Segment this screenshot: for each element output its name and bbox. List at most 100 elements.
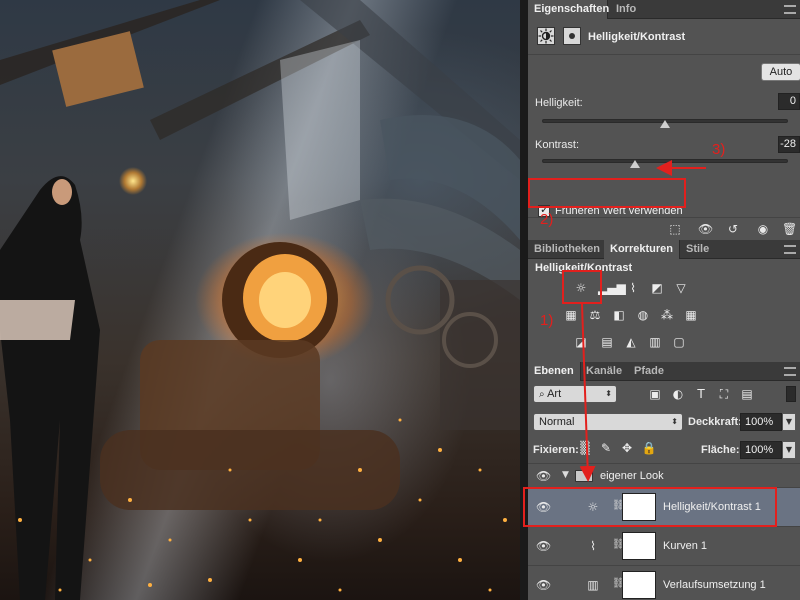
mask-icon[interactable] — [563, 27, 581, 45]
fill-dropdown-icon[interactable]: ▼ — [782, 441, 796, 459]
layer-mask-thumbnail[interactable] — [622, 532, 656, 560]
kontrast-slider-thumb[interactable] — [630, 160, 641, 168]
eye-icon[interactable]: 👁 — [536, 500, 551, 514]
properties-header: Helligkeit/Kontrast — [528, 19, 800, 55]
helligkeit-slider-thumb[interactable] — [660, 120, 670, 128]
chevron-updown-icon: ⬍ — [605, 389, 612, 398]
view-previous-state-icon[interactable]: 👁 — [698, 222, 713, 236]
folder-icon — [575, 470, 593, 482]
image-canvas[interactable] — [0, 0, 520, 600]
adjustment-title: Helligkeit/Kontrast — [588, 31, 686, 43]
selective-color-icon[interactable]: ▢ — [670, 334, 688, 350]
eye-icon[interactable]: 👁 — [536, 578, 551, 592]
layer-row[interactable]: 👁 ☼ ⛓ Helligkeit/Kontrast 1 — [528, 487, 800, 526]
search-icon: ⌕ — [539, 389, 545, 400]
layer-name: Verlaufsumsetzung 1 — [663, 579, 766, 591]
tab-pfade[interactable]: Pfade — [628, 362, 670, 381]
panel-menu-icon[interactable] — [784, 367, 796, 376]
adjustments-panel: Helligkeit/Kontrast ☼ ▂▄▆ ⌇ ◩ ▽ ▦ ⚖ ◧ ◍ … — [528, 259, 800, 362]
type-filter-icon[interactable]: T — [693, 387, 709, 401]
smart-object-filter-icon[interactable]: ▤ — [739, 387, 755, 401]
panel-menu-icon[interactable] — [784, 5, 796, 14]
gradient-map-icon[interactable]: ▥ — [646, 334, 664, 350]
tab-kanaele[interactable]: Kanäle — [580, 362, 628, 381]
reset-icon[interactable]: ↺ — [726, 222, 740, 236]
layer-group-row[interactable]: 👁 ▼ eigener Look — [528, 463, 800, 487]
blend-mode-value: Normal — [539, 416, 575, 428]
panel-dock: Eigenschaften Info Helligkeit/Kontrast A… — [528, 0, 800, 600]
tab-eigenschaften[interactable]: Eigenschaften — [528, 0, 609, 19]
tab-info[interactable]: Info — [610, 0, 642, 19]
adjustment-filter-icon[interactable]: ◐ — [670, 387, 686, 401]
lock-transparent-icon[interactable]: ▒ — [577, 441, 593, 455]
brightness-contrast-icon: ☼ — [587, 500, 599, 514]
layer-row[interactable]: 👁 ▥ ⛓ Verlaufsumsetzung 1 — [528, 565, 800, 600]
kontrast-value-field[interactable]: -28 — [778, 136, 800, 153]
lock-all-icon[interactable]: 🔒 — [641, 441, 657, 455]
threshold-icon[interactable]: ◭ — [622, 334, 640, 350]
tab-bibliotheken[interactable]: Bibliotheken — [528, 240, 606, 259]
trash-icon[interactable]: 🗑 — [782, 222, 797, 236]
link-icon[interactable]: ⛓ — [612, 578, 625, 592]
tab-ebenen[interactable]: Ebenen — [528, 362, 581, 381]
lock-position-icon[interactable]: ✥ — [619, 441, 635, 455]
eye-icon[interactable]: 👁 — [536, 469, 551, 483]
exposure-icon[interactable]: ◩ — [648, 280, 666, 296]
fill-label: Fläche: — [701, 444, 740, 456]
tab-stile[interactable]: Stile — [680, 240, 715, 259]
visibility-icon[interactable]: ◉ — [756, 222, 770, 236]
opacity-dropdown-icon[interactable]: ▼ — [782, 413, 796, 431]
lock-image-icon[interactable]: ✎ — [598, 441, 614, 455]
link-icon[interactable]: ⛓ — [612, 539, 625, 553]
group-disclosure-icon[interactable]: ▼ — [562, 470, 569, 480]
adjustments-tabbar: Bibliotheken Korrekturen Stile — [528, 240, 800, 259]
layers-tabbar: Ebenen Kanäle Pfade — [528, 362, 800, 381]
properties-panel: Helligkeit/Kontrast Auto Helligkeit: 0 K… — [528, 19, 800, 240]
lock-label: Fixieren: — [533, 444, 579, 456]
chevron-updown-icon: ⬍ — [671, 417, 678, 426]
levels-icon[interactable]: ▂▄▆ — [598, 280, 626, 296]
pixel-filter-icon[interactable]: ▣ — [647, 387, 663, 401]
panel-divider — [520, 0, 528, 600]
opacity-label: Deckkraft: — [688, 416, 742, 428]
photo-filter-icon[interactable]: ◍ — [634, 307, 652, 323]
invert-icon[interactable]: ◪ — [572, 334, 590, 350]
hue-saturation-icon[interactable]: ▦ — [562, 307, 580, 323]
kontrast-slider-track[interactable] — [542, 159, 788, 163]
annotation-step-3: 3) — [712, 141, 726, 158]
black-white-icon[interactable]: ◧ — [610, 307, 628, 323]
helligkeit-label: Helligkeit: — [535, 97, 583, 109]
color-balance-icon[interactable]: ⚖ — [586, 307, 604, 323]
layer-filter-value: Art — [547, 388, 562, 400]
layer-mask-thumbnail[interactable] — [622, 571, 656, 599]
layer-row[interactable]: 👁 ⌇ ⛓ Kurven 1 — [528, 526, 800, 565]
brightness-contrast-icon[interactable] — [537, 27, 555, 45]
clip-to-layer-icon[interactable]: ⬚ — [668, 222, 682, 236]
layer-filter-select[interactable]: ⌕ Art ⬍ — [533, 385, 617, 403]
opacity-field[interactable]: 100% — [740, 413, 782, 431]
layer-name: Helligkeit/Kontrast 1 — [663, 501, 761, 513]
tab-korrekturen[interactable]: Korrekturen — [604, 240, 680, 259]
annotation-step-1: 1) — [540, 312, 554, 329]
fill-field[interactable]: 100% — [740, 441, 782, 459]
channel-mixer-icon[interactable]: ⁂ — [658, 307, 676, 323]
annotation-step-2: 2) — [540, 211, 554, 228]
color-lookup-icon[interactable]: ▦ — [682, 307, 700, 323]
photoshop-window: Eigenschaften Info Helligkeit/Kontrast A… — [0, 0, 800, 600]
auto-button[interactable]: Auto — [761, 63, 800, 81]
posterize-icon[interactable]: ▤ — [598, 334, 616, 350]
canvas-artwork — [0, 0, 520, 600]
helligkeit-value-field[interactable]: 0 — [778, 93, 800, 110]
layer-mask-thumbnail[interactable] — [622, 493, 656, 521]
brightness-contrast-icon[interactable]: ☼ — [572, 280, 590, 296]
link-icon[interactable]: ⛓ — [612, 500, 625, 514]
curves-icon[interactable]: ⌇ — [624, 280, 642, 296]
shape-filter-icon[interactable]: ⛶ — [716, 387, 732, 401]
vibrance-icon[interactable]: ▽ — [672, 280, 690, 296]
blend-mode-select[interactable]: Normal ⬍ — [533, 413, 683, 431]
properties-tabbar: Eigenschaften Info — [528, 0, 800, 19]
layers-panel: ⌕ Art ⬍ ▣ ◐ T ⛶ ▤ Normal ⬍ Deckkraft: 10… — [528, 381, 800, 600]
filter-toggle[interactable] — [786, 386, 796, 402]
panel-menu-icon[interactable] — [784, 245, 796, 254]
eye-icon[interactable]: 👁 — [536, 539, 551, 553]
